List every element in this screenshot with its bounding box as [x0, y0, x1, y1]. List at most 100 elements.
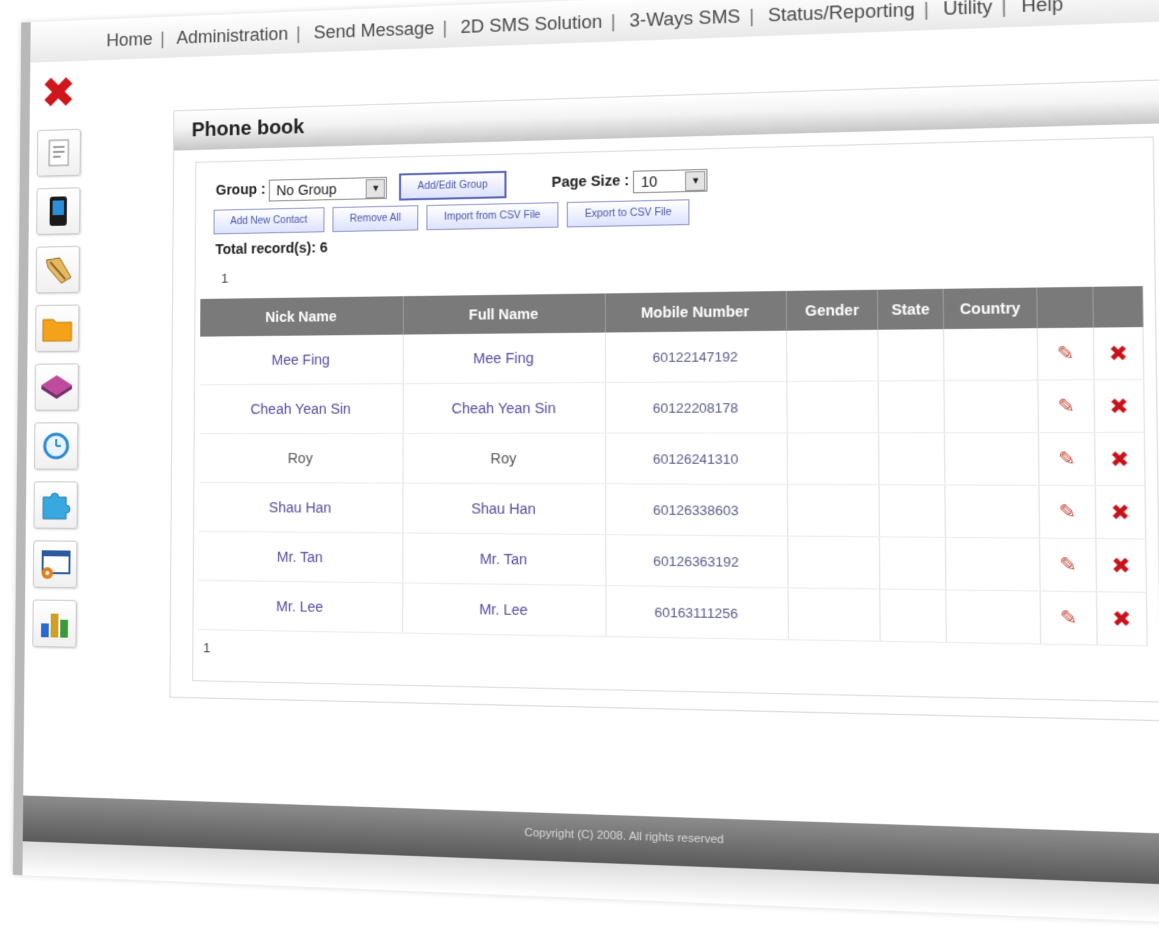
- toolbar-tag-button[interactable]: [36, 246, 80, 294]
- cell-nick-name[interactable]: Mr. Lee: [198, 580, 403, 633]
- edit-pencil-icon[interactable]: ✎: [1057, 395, 1075, 417]
- col-state[interactable]: State: [878, 289, 943, 330]
- col-delete: [1092, 286, 1143, 327]
- edit-cell: ✎: [1040, 538, 1096, 592]
- edit-pencil-icon[interactable]: ✎: [1060, 606, 1078, 628]
- chevron-down-icon: ▼: [685, 170, 705, 190]
- delete-cell: ✖: [1093, 327, 1144, 380]
- export-csv-button[interactable]: Export to CSV File: [567, 199, 690, 227]
- cell-country: [945, 485, 1040, 538]
- left-toolbar: ✖: [32, 68, 87, 659]
- remove-all-button[interactable]: Remove All: [333, 205, 418, 232]
- add-edit-group-button[interactable]: Add/Edit Group: [399, 171, 506, 201]
- toolbar-phone-button[interactable]: [36, 187, 80, 235]
- group-select[interactable]: No Group ▼: [269, 176, 387, 201]
- delete-icon[interactable]: ✖: [1111, 554, 1131, 578]
- edit-cell: ✎: [1041, 591, 1097, 645]
- nav-help[interactable]: Help: [1021, 0, 1063, 16]
- cell-nick-name[interactable]: Mee Fing: [200, 335, 404, 385]
- toolbar-folder-button[interactable]: [35, 305, 79, 352]
- delete-icon[interactable]: ✖: [1112, 607, 1132, 631]
- cell-full-name[interactable]: Mee Fing: [404, 333, 606, 384]
- cell-mobile-number: 60163111256: [606, 586, 789, 640]
- edit-pencil-icon[interactable]: ✎: [1058, 448, 1076, 470]
- phonebook-panel: Phone book Group : No Group ▼ Add/Edit G…: [169, 79, 1159, 722]
- cell-nick-name[interactable]: Roy: [199, 433, 403, 483]
- toolbar-clock-button[interactable]: [34, 422, 78, 469]
- phone-icon: [48, 195, 69, 227]
- delete-cell: ✖: [1094, 379, 1145, 432]
- delete-icon[interactable]: ✖: [1109, 395, 1129, 419]
- table-row: Cheah Yean Sin Cheah Yean Sin 6012220817…: [200, 379, 1145, 433]
- cell-full-name[interactable]: Mr. Lee: [403, 583, 606, 637]
- add-contact-button[interactable]: Add New Contact: [214, 207, 325, 234]
- toolbar-document-button[interactable]: [37, 129, 81, 177]
- cell-gender: [786, 330, 878, 382]
- toolbar-chart-button[interactable]: [32, 599, 77, 647]
- edit-cell: ✎: [1038, 380, 1094, 433]
- cell-full-name[interactable]: Cheah Yean Sin: [403, 383, 605, 434]
- bar-chart-icon: [38, 607, 71, 639]
- col-country[interactable]: Country: [943, 288, 1038, 330]
- delete-icon[interactable]: ✖: [1110, 448, 1130, 472]
- col-full-name[interactable]: Full Name: [404, 293, 605, 334]
- col-nick-name[interactable]: Nick Name: [200, 296, 404, 336]
- col-gender[interactable]: Gender: [786, 290, 878, 331]
- table-row: Roy Roy 60126241310 ✎ ✖: [199, 433, 1145, 486]
- pager-bottom-page-1[interactable]: 1: [203, 640, 210, 655]
- col-mobile-number[interactable]: Mobile Number: [605, 291, 786, 333]
- cell-gender: [787, 433, 879, 485]
- cell-state: [880, 537, 946, 590]
- folder-icon: [41, 313, 74, 343]
- cell-gender: [787, 381, 879, 433]
- edit-pencil-icon[interactable]: ✎: [1059, 500, 1077, 522]
- toolbar-stack-button[interactable]: [35, 363, 79, 410]
- edit-cell: ✎: [1038, 328, 1094, 380]
- document-icon: [46, 138, 71, 168]
- toolbar-puzzle-button[interactable]: [33, 481, 77, 529]
- cell-nick-name[interactable]: Mr. Tan: [199, 531, 404, 583]
- page-size-value: 10: [641, 173, 658, 190]
- nav-separator: |: [923, 0, 928, 20]
- nav-status-reporting[interactable]: Status/Reporting: [768, 0, 915, 26]
- cell-mobile-number: 60122208178: [605, 381, 787, 433]
- cell-mobile-number: 60122147192: [605, 331, 787, 383]
- delete-cell: ✖: [1095, 539, 1146, 593]
- nav-separator: |: [1001, 0, 1006, 17]
- toolbar-window-settings-button[interactable]: [33, 540, 77, 588]
- page-size-select[interactable]: 10 ▼: [633, 168, 708, 192]
- table-row: Shau Han Shau Han 60126338603 ✎ ✖: [199, 482, 1146, 539]
- cell-full-name[interactable]: Mr. Tan: [403, 533, 605, 586]
- cell-country: [943, 328, 1038, 380]
- edit-pencil-icon[interactable]: ✎: [1059, 553, 1077, 575]
- contacts-table: Nick Name Full Name Mobile Number Gender…: [198, 286, 1147, 646]
- cell-nick-name[interactable]: Shau Han: [199, 482, 403, 533]
- delete-icon[interactable]: ✖: [1108, 342, 1128, 366]
- delete-cell: ✖: [1094, 433, 1145, 486]
- nav-home[interactable]: Home: [106, 29, 152, 50]
- cell-gender: [787, 484, 880, 536]
- close-button[interactable]: ✖: [37, 69, 79, 119]
- top-nav: Home | Administration | Send Message | 2D S…: [106, 0, 1063, 51]
- tag-icon: [42, 254, 73, 286]
- nav-utility[interactable]: Utility: [943, 0, 992, 19]
- delete-cell: ✖: [1095, 486, 1146, 539]
- cell-state: [879, 433, 945, 485]
- nav-send-message[interactable]: Send Message: [314, 18, 435, 43]
- cell-full-name[interactable]: Roy: [403, 433, 605, 484]
- delete-icon[interactable]: ✖: [1110, 501, 1130, 525]
- import-csv-button[interactable]: Import from CSV File: [427, 202, 558, 230]
- pager-top-page-1[interactable]: 1: [221, 271, 228, 286]
- nav-2d-sms-solution[interactable]: 2D SMS Solution: [461, 11, 603, 37]
- cell-nick-name[interactable]: Cheah Yean Sin: [200, 384, 404, 434]
- nav-separator: |: [443, 18, 448, 38]
- chevron-down-icon: ▼: [366, 178, 385, 197]
- cell-country: [946, 590, 1042, 644]
- nav-separator: |: [749, 6, 754, 27]
- edit-cell: ✎: [1039, 433, 1095, 486]
- edit-pencil-icon[interactable]: ✎: [1057, 342, 1075, 364]
- nav-administration[interactable]: Administration: [176, 24, 288, 48]
- nav-3-ways-sms[interactable]: 3-Ways SMS: [629, 6, 740, 31]
- nav-separator: |: [611, 11, 616, 32]
- cell-full-name[interactable]: Shau Han: [403, 483, 605, 535]
